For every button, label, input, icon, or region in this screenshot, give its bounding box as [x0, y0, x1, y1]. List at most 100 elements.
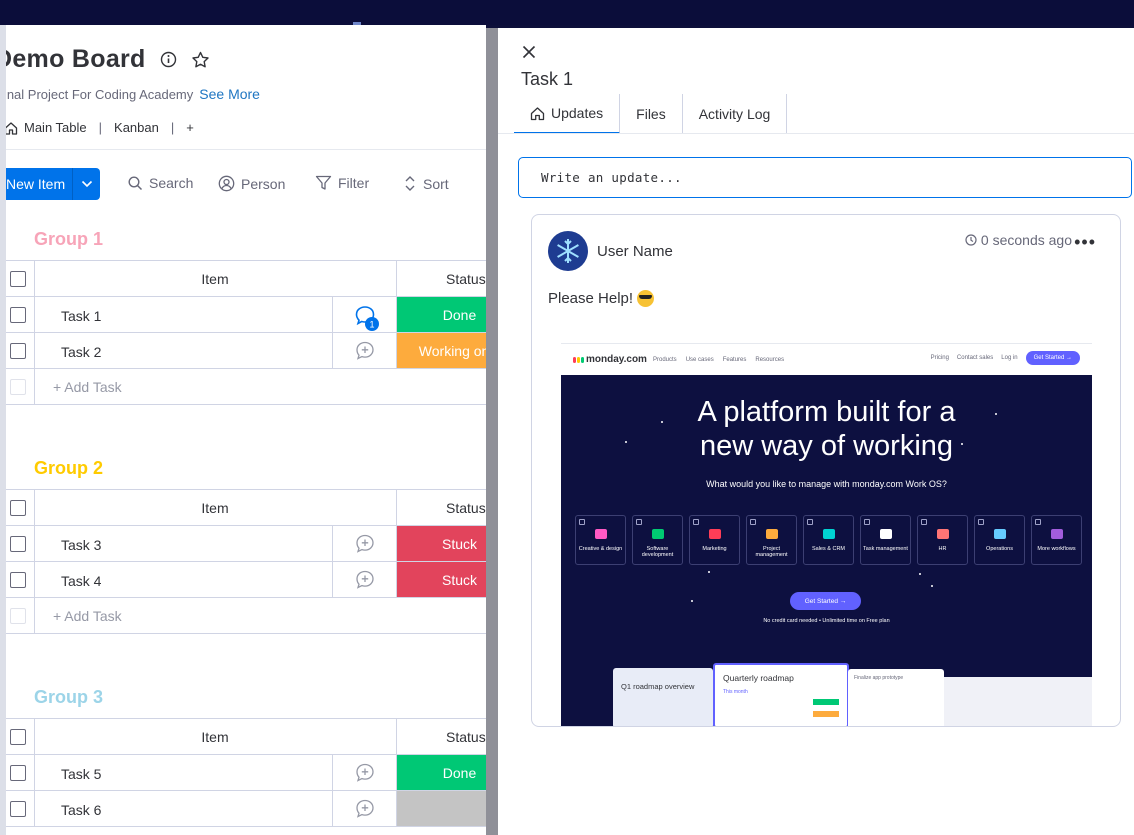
tab-files[interactable]: Files [620, 94, 683, 134]
screenshot-card-icon [595, 529, 607, 539]
tab-activity-log[interactable]: Activity Log [683, 94, 788, 134]
table-row[interactable]: Task 5 Done [6, 755, 486, 791]
status-cell[interactable]: Stuck [397, 526, 486, 561]
monday-logo-icon [573, 356, 584, 363]
row-checkbox[interactable] [10, 572, 26, 588]
table-row[interactable]: Task 6 [6, 791, 486, 827]
table-row[interactable]: Task 1 1 Done [6, 297, 486, 333]
screenshot-card: More workflows [1031, 515, 1082, 565]
item-column-header: Item [201, 271, 229, 287]
table-row[interactable]: Task 3 Stuck [6, 526, 486, 562]
task-name[interactable]: Task 2 [61, 344, 101, 360]
row-checkbox[interactable] [10, 343, 26, 359]
task-name[interactable]: Task 1 [61, 308, 101, 324]
filter-button[interactable]: Filter [315, 175, 369, 191]
close-icon[interactable] [522, 45, 536, 64]
screenshot-card: Marketing [689, 515, 740, 565]
screenshot-card-checkbox [636, 519, 642, 525]
board-toolbar: New Item Search Person Filter Sort [6, 168, 486, 200]
add-update-icon[interactable] [355, 799, 375, 822]
add-update-icon[interactable] [355, 341, 375, 364]
task-name[interactable]: Task 5 [61, 766, 101, 782]
panel-resize-divider[interactable] [486, 28, 498, 835]
add-update-icon[interactable] [355, 534, 375, 557]
row-checkbox[interactable] [10, 307, 26, 323]
screenshot-status-bar [813, 699, 839, 705]
select-all-checkbox[interactable] [10, 729, 26, 745]
group-title[interactable]: Group 3 [34, 687, 103, 708]
screenshot-nav-cta: Get Started → [1025, 351, 1080, 365]
row-checkbox[interactable] [10, 801, 26, 817]
sort-label: Sort [423, 175, 449, 192]
status-cell[interactable]: Stuck [397, 562, 486, 597]
panel-task-title[interactable]: Task 1 [521, 69, 573, 90]
info-icon[interactable] [160, 51, 177, 69]
table-row[interactable]: Task 4 Stuck [6, 562, 486, 598]
screenshot-card-icon [994, 529, 1006, 539]
person-label: Person [241, 175, 286, 192]
tab-kanban[interactable]: Kanban [114, 120, 159, 135]
select-all-checkbox[interactable] [10, 271, 26, 287]
more-options-icon[interactable]: ••• [1074, 232, 1096, 253]
add-update-icon[interactable] [355, 570, 375, 593]
updates-bubble-icon[interactable]: 1 [355, 305, 381, 336]
task-name[interactable]: Task 3 [61, 537, 101, 553]
updates-count: 1 [369, 320, 374, 330]
tab-updates-label: Updates [551, 105, 604, 121]
group-title[interactable]: Group 1 [34, 229, 103, 250]
clock-icon [965, 234, 977, 246]
star-icon[interactable] [191, 51, 210, 69]
screenshot-card-checkbox [693, 519, 699, 525]
screenshot-dash-title: Quarterly roadmap [723, 673, 794, 683]
tab-updates[interactable]: Updates [514, 94, 621, 134]
sort-button[interactable]: Sort [403, 175, 449, 192]
avatar[interactable] [548, 231, 588, 271]
see-more-link[interactable]: See More [199, 86, 260, 102]
status-cell[interactable] [397, 791, 486, 826]
add-view-button[interactable]: + [186, 120, 194, 135]
group-title[interactable]: Group 2 [34, 458, 103, 479]
task-name[interactable]: Task 6 [61, 802, 101, 818]
search-button[interactable]: Search [128, 175, 193, 191]
status-cell[interactable]: Done [397, 755, 486, 790]
screenshot-dashboard-right: Finalize app prototype [848, 669, 944, 726]
screenshot-nav-link: Contact sales [956, 355, 994, 361]
post-text: Please Help! [548, 290, 634, 307]
row-checkbox[interactable] [10, 765, 26, 781]
add-task-button[interactable]: + Add Task [53, 379, 122, 395]
table-row[interactable]: Task 2 Working on it [6, 333, 486, 369]
post-time-text: 0 seconds ago [980, 232, 1072, 248]
board-description: Final Project For Coding Academy See More [6, 86, 260, 102]
add-task-button[interactable]: + Add Task [53, 608, 122, 624]
screenshot-card-icon [880, 529, 892, 539]
person-filter-button[interactable]: Person [218, 175, 285, 192]
group-table: Item Status Task 1 1 Done Task 2 Working… [6, 260, 486, 405]
tab-main-table[interactable]: Main Table [6, 120, 87, 135]
screenshot-dashboard-center: Quarterly roadmap This month [713, 663, 849, 726]
post-author[interactable]: User Name [597, 243, 673, 260]
row-checkbox[interactable] [10, 536, 26, 552]
screenshot-card-label: More workflows [1037, 546, 1076, 552]
table-header: Item Status [6, 719, 486, 755]
chevron-down-icon[interactable] [73, 180, 100, 188]
new-item-button[interactable]: New Item [6, 168, 100, 200]
screenshot-nav-link: Use cases [685, 357, 714, 363]
update-post: User Name 0 seconds ago ••• Please Help!… [531, 214, 1121, 727]
home-icon [530, 106, 545, 120]
task-name[interactable]: Task 4 [61, 573, 101, 589]
status-cell[interactable]: Working on it [397, 333, 486, 368]
attached-screenshot[interactable]: monday.com Products Use cases Features R… [561, 343, 1092, 726]
table-header: Item Status [6, 490, 486, 526]
screenshot-nav-link: Features [722, 357, 747, 363]
add-update-icon[interactable] [355, 763, 375, 786]
screenshot-card-checkbox [921, 519, 927, 525]
status-cell[interactable]: Done [397, 297, 486, 332]
screenshot-card: Task management [860, 515, 911, 565]
select-all-checkbox[interactable] [10, 500, 26, 516]
view-separator: | [98, 120, 103, 135]
screenshot-hero: A platform built for a new way of workin… [561, 395, 1092, 463]
sunglasses-emoji-icon [637, 290, 655, 307]
screenshot-logo: monday.com [573, 354, 647, 365]
write-update-input[interactable]: Write an update... [518, 157, 1132, 198]
item-side-panel: Task 1 Updates Files Activity Log Write … [498, 28, 1134, 835]
